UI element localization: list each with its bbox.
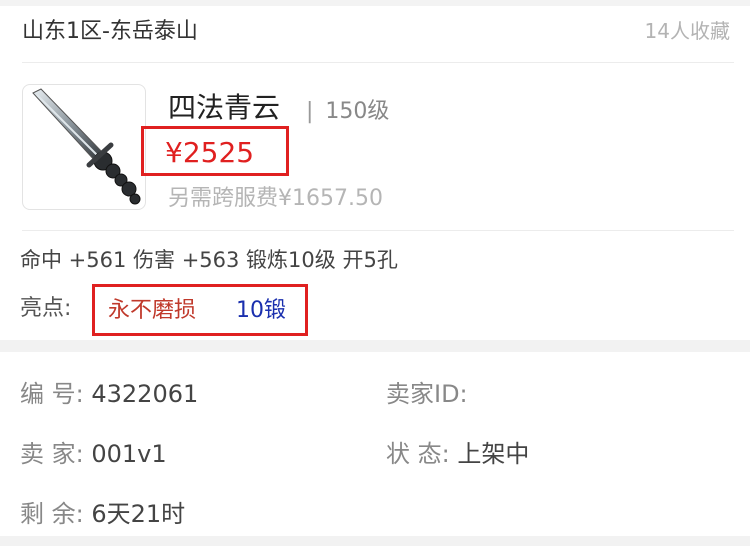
detail-id: 编 号: 4322061: [20, 374, 198, 409]
highlight-tag-forge: 10锻: [236, 298, 286, 323]
item-divider: [22, 230, 734, 231]
item-name: 四法青云: [168, 91, 281, 124]
detail-remaining-label: 剩 余:: [20, 500, 84, 528]
item-level-wrap: | 150级: [306, 93, 389, 125]
server-header: 山东1区-东岳泰山 14人收藏: [22, 10, 730, 48]
detail-status: 状 态: 上架中: [386, 434, 529, 469]
detail-remaining-value: 6天21时: [91, 500, 186, 528]
item-image[interactable]: [22, 84, 146, 210]
sword-icon: [32, 88, 141, 205]
detail-status-value: 上架中: [457, 440, 530, 468]
detail-remaining: 剩 余: 6天21时: [20, 494, 185, 529]
highlight-label: 亮点:: [20, 296, 72, 321]
detail-seller: 卖 家: 001v1: [20, 434, 167, 469]
detail-id-value: 4322061: [91, 380, 199, 408]
detail-seller-id: 卖家ID:: [386, 374, 468, 409]
item-level: 150级: [325, 99, 390, 124]
item-attributes: 命中 +561 伤害 +563 锻炼10级 开5孔: [20, 248, 398, 272]
level-separator: |: [306, 99, 314, 124]
detail-seller-id-label: 卖家ID:: [386, 380, 468, 408]
detail-status-label: 状 态:: [386, 440, 450, 468]
server-name: 山东1区-东岳泰山: [22, 19, 198, 44]
cross-server-fee: 另需跨服费¥1657.50: [168, 186, 383, 211]
favorite-count[interactable]: 14人收藏: [645, 15, 730, 44]
header-divider: [22, 62, 734, 63]
highlight-tag-durability: 永不磨损: [108, 298, 197, 323]
detail-seller-label: 卖 家:: [20, 440, 84, 468]
bottom-strip: [0, 536, 750, 546]
detail-id-label: 编 号:: [20, 380, 84, 408]
item-price: ¥2525: [165, 136, 255, 169]
detail-seller-value: 001v1: [91, 440, 167, 468]
section-separator: [0, 340, 750, 352]
top-strip: [0, 0, 750, 6]
